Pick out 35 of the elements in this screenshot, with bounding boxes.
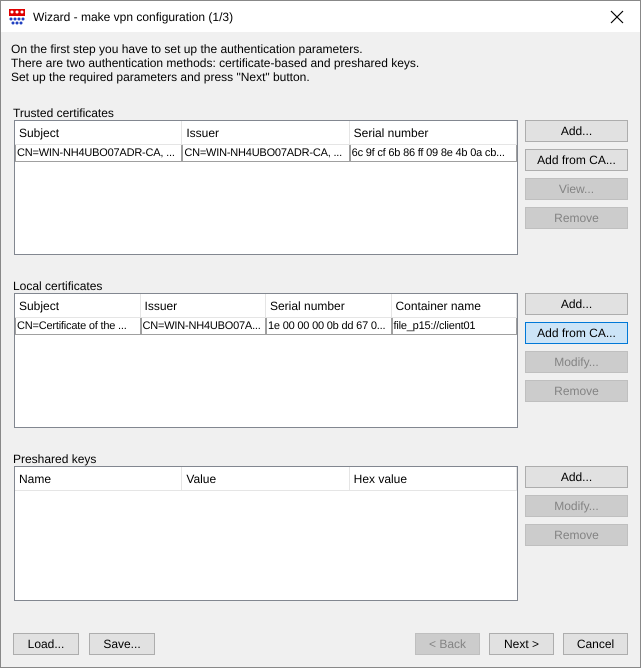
section-label: Preshared keys xyxy=(13,452,98,467)
intro-text: On the first step you have to set up the authentication parameters. xyxy=(11,42,364,56)
column-header[interactable]: Subject xyxy=(15,121,182,144)
table-cell: CN=WIN-NH4UBO07ADR-CA, ... xyxy=(15,145,182,161)
table-cell: CN=Certificate of the ... xyxy=(15,318,140,334)
table-cell: file_p15://client01 xyxy=(392,318,517,334)
push-button[interactable]: Add... xyxy=(525,293,628,315)
close-icon[interactable] xyxy=(610,10,624,24)
push-button[interactable]: Load... xyxy=(13,633,79,655)
intro-text: Set up the required parameters and press "Next" button. xyxy=(11,70,311,84)
table-cell: CN=WIN-NH4UBO07A... xyxy=(140,318,266,334)
column-header[interactable]: Subject xyxy=(15,294,140,317)
push-button[interactable]: Add... xyxy=(525,120,628,142)
column-header[interactable]: Issuer xyxy=(182,121,350,144)
window-title: Wizard - make vpn configuration (1/3) xyxy=(33,8,234,26)
column-header[interactable]: Issuer xyxy=(140,294,266,317)
push-button[interactable]: Cancel xyxy=(563,633,628,655)
column-header[interactable]: Serial number xyxy=(266,294,392,317)
column-header[interactable]: Hex value xyxy=(350,467,517,490)
push-button[interactable]: Add... xyxy=(525,466,628,488)
app-logo-icon xyxy=(9,8,25,24)
column-header[interactable]: Value xyxy=(182,467,350,490)
column-header[interactable]: Serial number xyxy=(350,121,517,144)
section-label: Local certificates xyxy=(13,279,104,294)
table-cell: CN=WIN-NH4UBO07ADR-CA, ... xyxy=(182,145,350,161)
intro-text: There are two authentication methods: certificate-based and preshared keys. xyxy=(11,56,420,70)
column-header[interactable]: Name xyxy=(15,467,182,490)
push-button[interactable]: Next > xyxy=(489,633,554,655)
section-label: Trusted certificates xyxy=(13,106,115,121)
table-cell: 1e 00 00 00 0b dd 67 0... xyxy=(266,318,392,334)
column-header[interactable]: Container name xyxy=(392,294,517,317)
push-button[interactable]: Add from CA... xyxy=(525,322,628,344)
table-cell: 6c 9f cf 6b 86 ff 09 8e 4b 0a cb... xyxy=(350,145,517,161)
push-button[interactable]: Add from CA... xyxy=(525,149,628,171)
push-button[interactable]: Save... xyxy=(89,633,155,655)
